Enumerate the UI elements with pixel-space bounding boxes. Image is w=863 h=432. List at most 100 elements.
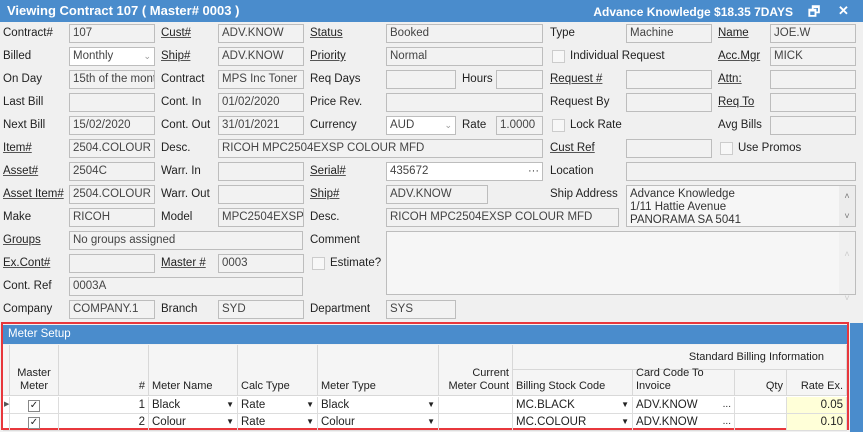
asset-item-no-field[interactable]: 2504.COLOUR	[69, 185, 155, 204]
dropdown-arrow-icon[interactable]: ▼	[427, 397, 435, 413]
cont-in-field[interactable]: 01/02/2020	[218, 93, 304, 112]
dropdown-arrow-icon[interactable]: ▼	[306, 414, 314, 430]
billed-field[interactable]: Monthly ⌄	[69, 47, 155, 66]
grid-cell[interactable]	[735, 414, 787, 431]
master-meter-checkbox[interactable]: ✓	[28, 417, 40, 429]
asset-no-label[interactable]: Asset#	[3, 162, 38, 180]
ship-no-field[interactable]: ADV.KNOW	[218, 47, 304, 66]
use-promos-checkbox[interactable]	[720, 142, 733, 155]
grid-cell[interactable]: Colour ▼	[149, 414, 238, 431]
item-no-field[interactable]: 2504.COLOUR	[69, 139, 155, 158]
grid-cell[interactable]: 2	[59, 414, 149, 431]
request-by-field[interactable]	[626, 93, 712, 112]
attn-label[interactable]: Attn:	[718, 70, 742, 88]
acc-mgr-label[interactable]: Acc.Mgr	[718, 47, 760, 65]
grid-cell[interactable]: Black ▼	[149, 397, 238, 414]
ellipsis-button[interactable]: ...	[723, 414, 731, 430]
asset-no-field[interactable]: 2504C	[69, 162, 155, 181]
desc-field[interactable]: RICOH MPC2504EXSP COLOUR MFD	[218, 139, 543, 158]
desc2-field[interactable]: RICOH MPC2504EXSP COLOUR MFD	[386, 208, 619, 227]
hours-field[interactable]	[496, 70, 543, 89]
column-header[interactable]: Qty	[735, 370, 787, 396]
grid-cell[interactable]: 0.10	[787, 414, 847, 431]
lock-rate-checkbox[interactable]	[552, 119, 565, 132]
chevron-down-icon[interactable]: ⌄	[143, 48, 151, 65]
column-header[interactable]: Master Meter	[10, 345, 59, 396]
chevron-down-icon[interactable]: ⌄	[444, 117, 452, 134]
branch-field[interactable]: SYD	[218, 300, 304, 319]
comment-textarea[interactable]: ˄ ˅	[386, 231, 856, 303]
attn-field[interactable]	[770, 70, 856, 89]
grid-cell[interactable]: ✓	[10, 397, 59, 414]
dropdown-arrow-icon[interactable]: ▼	[226, 397, 234, 413]
name-field[interactable]: JOE.W	[770, 24, 856, 43]
grid-cell[interactable]: ADV.KNOW...	[633, 397, 735, 414]
grid-cell[interactable]: MC.BLACK ▼	[513, 397, 633, 414]
close-icon[interactable]: ✕	[838, 3, 849, 19]
make-field[interactable]: RICOH	[69, 208, 155, 227]
warr-in-field[interactable]	[218, 162, 304, 181]
dropdown-arrow-icon[interactable]: ▼	[226, 414, 234, 430]
ellipsis-button[interactable]: ...	[723, 397, 731, 413]
ex-cont-label[interactable]: Ex.Cont#	[3, 254, 50, 272]
cont-ref-field[interactable]: 0003A	[69, 277, 303, 296]
contract-no-field[interactable]: 107	[69, 24, 155, 43]
serial-no-label[interactable]: Serial#	[310, 162, 346, 180]
ship-no2-label[interactable]: Ship#	[310, 185, 339, 203]
dropdown-arrow-icon[interactable]: ▼	[621, 414, 629, 430]
master-meter-checkbox[interactable]: ✓	[28, 400, 40, 412]
column-header[interactable]: Meter Name	[149, 345, 238, 396]
status-field[interactable]: Booked	[386, 24, 543, 43]
ellipsis-button[interactable]: ···	[528, 163, 539, 180]
column-header[interactable]: Calc Type	[238, 345, 318, 396]
price-rev-field[interactable]	[386, 93, 543, 112]
groups-label[interactable]: Groups	[3, 231, 41, 249]
location-field[interactable]	[626, 162, 856, 181]
column-header[interactable]: Current Meter Count	[439, 345, 513, 396]
contract-field[interactable]: MPS Inc Toner	[218, 70, 304, 89]
dropdown-arrow-icon[interactable]: ▼	[621, 397, 629, 413]
req-to-label[interactable]: Req To	[718, 93, 754, 111]
name-label[interactable]: Name	[718, 24, 749, 42]
req-days-field[interactable]	[386, 70, 456, 89]
avg-bills-field[interactable]	[770, 116, 856, 135]
individual-request-checkbox[interactable]	[552, 50, 565, 63]
grid-cell[interactable]: MC.COLOUR ▼	[513, 414, 633, 431]
ship-no-label[interactable]: Ship#	[161, 47, 190, 65]
item-no-label[interactable]: Item#	[3, 139, 32, 157]
cust-no-field[interactable]: ADV.KNOW	[218, 24, 304, 43]
req-to-field[interactable]	[770, 93, 856, 112]
cust-no-label[interactable]: Cust#	[161, 24, 191, 42]
grid-cell[interactable]: ✓	[10, 414, 59, 431]
column-header[interactable]: Rate Ex.	[787, 370, 847, 396]
warr-out-field[interactable]	[218, 185, 304, 204]
grid-cell[interactable]: Colour ▼	[318, 414, 439, 431]
type-field[interactable]: Machine	[626, 24, 712, 43]
status-label[interactable]: Status	[310, 24, 343, 42]
cust-ref-field[interactable]	[626, 139, 712, 158]
grid-cell[interactable]	[439, 397, 513, 414]
estimate-checkbox[interactable]	[312, 257, 325, 270]
request-no-label[interactable]: Request #	[550, 70, 602, 88]
scrollbar[interactable]: ˄ ˅	[839, 232, 855, 303]
ship-no2-field[interactable]: ADV.KNOW	[386, 185, 488, 204]
ship-address-textarea[interactable]: Advance Knowledge 1/11 Hattie Avenue PANOR…	[626, 185, 856, 227]
grid-cell[interactable]	[439, 414, 513, 431]
ex-cont-field[interactable]	[69, 254, 155, 273]
row-indicator[interactable]	[3, 414, 10, 431]
grid-cell[interactable]: ADV.KNOW...	[633, 414, 735, 431]
grid-cell[interactable]	[735, 397, 787, 414]
priority-label[interactable]: Priority	[310, 47, 346, 65]
column-header[interactable]: Billing Stock Code	[513, 370, 633, 396]
on-day-field[interactable]: 15th of the month	[69, 70, 155, 89]
department-field[interactable]: SYS	[386, 300, 456, 319]
acc-mgr-field[interactable]: MICK	[770, 47, 856, 66]
cont-out-field[interactable]: 31/01/2021	[218, 116, 304, 135]
groups-field[interactable]: No groups assigned	[69, 231, 303, 250]
asset-item-no-label[interactable]: Asset Item#	[3, 185, 64, 203]
grid-cell[interactable]: Rate ▼	[238, 414, 318, 431]
grid-cell[interactable]: Black ▼	[318, 397, 439, 414]
company-field[interactable]: COMPANY.1	[69, 300, 155, 319]
master-no-label[interactable]: Master #	[161, 254, 206, 272]
column-header[interactable]: #	[59, 345, 149, 396]
